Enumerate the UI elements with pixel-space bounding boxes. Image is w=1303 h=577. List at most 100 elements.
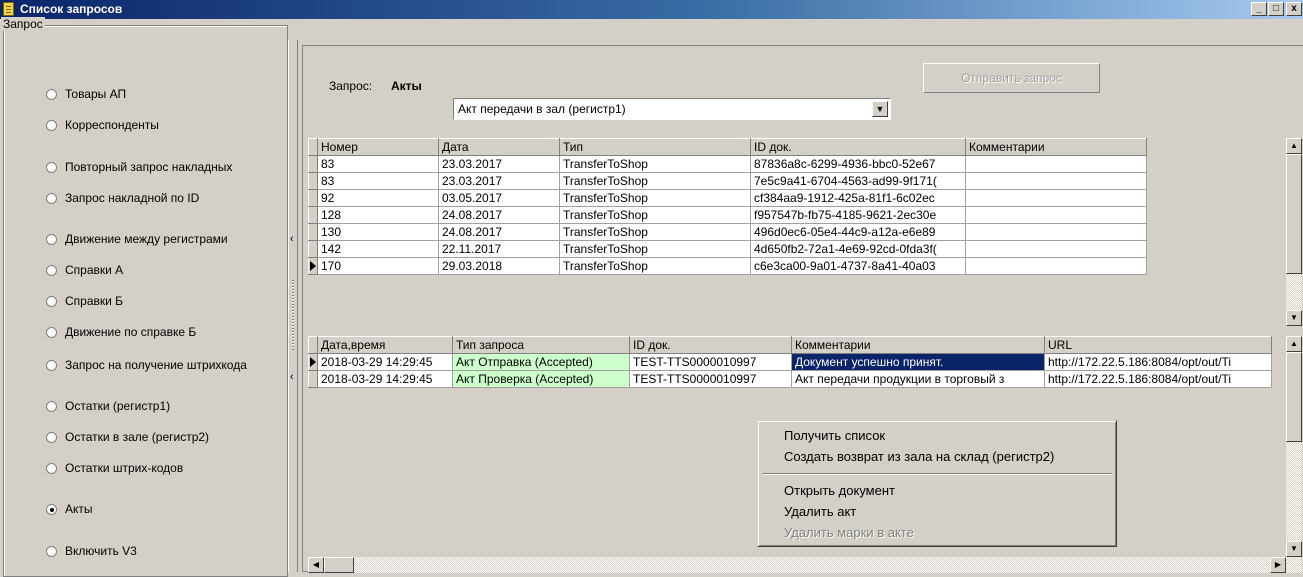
radio-button[interactable] xyxy=(46,88,57,100)
scroll-up-icon[interactable]: ▲ xyxy=(1286,138,1302,154)
radio-stock-hall-register2[interactable]: Остатки в зале (регистр2) xyxy=(46,429,209,445)
table-row[interactable]: 142 22.11.2017 TransferToShop 4d650fb2-7… xyxy=(308,240,1147,258)
scrollbar-thumb[interactable] xyxy=(1286,352,1302,442)
table-cell[interactable]: 24.08.2017 xyxy=(438,206,560,224)
splitter-grip[interactable] xyxy=(292,280,294,350)
radio-barcode-stock[interactable]: Остатки штрих-кодов xyxy=(46,460,183,476)
log-horizontal-scrollbar[interactable]: ◀ ▶ xyxy=(308,557,1302,573)
collapse-left-icon[interactable]: ‹ xyxy=(290,234,294,245)
table-cell[interactable]: 4d650fb2-72a1-4e69-92cd-0fda3f( xyxy=(750,240,966,258)
table-row[interactable]: 83 23.03.2017 TransferToShop 87836a8c-62… xyxy=(308,155,1147,173)
collapse-left-icon[interactable]: ‹ xyxy=(290,372,294,383)
radio-button[interactable] xyxy=(46,545,57,557)
table-row-current[interactable]: 2018-03-29 14:29:45 Акт Отправка (Accept… xyxy=(308,353,1272,371)
column-header[interactable]: ID док. xyxy=(629,336,792,354)
table-cell[interactable]: 2018-03-29 14:29:45 xyxy=(317,353,453,371)
table-cell[interactable] xyxy=(965,155,1147,173)
table-cell[interactable]: 130 xyxy=(317,223,439,241)
row-indicator[interactable] xyxy=(308,370,318,388)
radio-invoice-by-id[interactable]: Запрос накладной по ID xyxy=(46,190,199,206)
row-indicator-current[interactable] xyxy=(308,353,318,371)
scroll-right-icon[interactable]: ▶ xyxy=(1270,557,1286,573)
column-header[interactable]: Дата xyxy=(438,138,560,156)
send-request-button[interactable]: Отправить запрос xyxy=(923,63,1100,93)
act-type-combobox[interactable]: Акт передачи в зал (регистр1) ▼ xyxy=(453,98,891,120)
radio-button[interactable] xyxy=(46,264,57,276)
minimize-button[interactable]: _ xyxy=(1251,2,1267,16)
table-cell[interactable]: 29.03.2018 xyxy=(438,257,560,275)
table-row[interactable]: 130 24.08.2017 TransferToShop 496d0ec6-0… xyxy=(308,223,1147,241)
table-cell[interactable] xyxy=(965,189,1147,207)
docs-grid[interactable]: Номер Дата Тип ID док. Комментарии 83 23… xyxy=(308,138,1303,326)
column-header[interactable]: Дата,время xyxy=(317,336,453,354)
table-row-current[interactable]: 170 29.03.2018 TransferToShop c6e3ca00-9… xyxy=(308,257,1147,275)
table-cell[interactable]: 87836a8c-6299-4936-bbc0-52e67 xyxy=(750,155,966,173)
menu-item-get-list[interactable]: Получить список xyxy=(784,427,885,445)
radio-enable-v3[interactable]: Включить V3 xyxy=(46,543,137,559)
row-indicator[interactable] xyxy=(308,240,318,258)
table-cell[interactable]: 03.05.2017 xyxy=(438,189,560,207)
radio-certificates-b[interactable]: Справки Б xyxy=(46,293,123,309)
table-cell[interactable]: 23.03.2017 xyxy=(438,172,560,190)
radio-movement-by-cert-b[interactable]: Движение по справке Б xyxy=(46,324,196,340)
table-cell[interactable]: 142 xyxy=(317,240,439,258)
table-cell[interactable]: TransferToShop xyxy=(559,257,751,275)
radio-button[interactable] xyxy=(46,295,57,307)
column-header[interactable]: Тип запроса xyxy=(452,336,630,354)
panel-splitter[interactable]: ‹ ‹ xyxy=(288,40,298,572)
radio-register-movement[interactable]: Движение между регистрами xyxy=(46,231,228,247)
log-vertical-scrollbar[interactable]: ▲ ▼ xyxy=(1286,336,1302,557)
row-indicator[interactable] xyxy=(308,172,318,190)
table-cell[interactable]: c6e3ca00-9a01-4737-8a41-40a03 xyxy=(750,257,966,275)
table-row[interactable]: 92 03.05.2017 TransferToShop cf384aa9-19… xyxy=(308,189,1147,207)
table-cell[interactable]: Акт Проверка (Accepted) xyxy=(452,370,630,388)
table-cell[interactable]: 83 xyxy=(317,172,439,190)
radio-button[interactable] xyxy=(46,233,57,245)
radio-button[interactable] xyxy=(46,431,57,443)
close-button[interactable]: x xyxy=(1286,2,1302,16)
radio-repeat-invoices[interactable]: Повторный запрос накладных xyxy=(46,159,232,175)
scrollbar-thumb[interactable] xyxy=(1286,154,1302,274)
radio-goods-ap[interactable]: Товары АП xyxy=(46,86,126,102)
table-cell[interactable]: 92 xyxy=(317,189,439,207)
radio-button[interactable] xyxy=(46,326,57,338)
table-cell[interactable]: 2018-03-29 14:29:45 xyxy=(317,370,453,388)
menu-item-create-return[interactable]: Создать возврат из зала на склад (регист… xyxy=(784,448,1054,466)
radio-button[interactable] xyxy=(46,359,57,371)
radio-certificates-a[interactable]: Справки А xyxy=(46,262,123,278)
radio-button[interactable] xyxy=(46,462,57,474)
table-cell[interactable] xyxy=(965,206,1147,224)
table-cell[interactable]: f957547b-fb75-4185-9621-2ec30e xyxy=(750,206,966,224)
radio-button-checked[interactable] xyxy=(46,503,57,515)
table-cell[interactable]: TEST-TTS0000010997 xyxy=(629,370,792,388)
column-header[interactable]: URL xyxy=(1044,336,1272,354)
radio-barcode-request[interactable]: Запрос на получение штрихкода xyxy=(46,357,247,373)
radio-button[interactable] xyxy=(46,192,57,204)
table-cell[interactable] xyxy=(965,257,1147,275)
table-cell[interactable] xyxy=(965,223,1147,241)
table-cell[interactable]: 7e5c9a41-6704-4563-ad99-9f171( xyxy=(750,172,966,190)
column-header[interactable]: Номер xyxy=(317,138,439,156)
scroll-down-icon[interactable]: ▼ xyxy=(1286,541,1302,557)
column-header[interactable]: ID док. xyxy=(750,138,966,156)
scroll-down-icon[interactable]: ▼ xyxy=(1286,310,1302,326)
scroll-up-icon[interactable]: ▲ xyxy=(1286,336,1302,352)
table-cell[interactable]: http://172.22.5.186:8084/opt/out/Ti xyxy=(1044,370,1272,388)
column-header[interactable]: Тип xyxy=(559,138,751,156)
table-cell[interactable]: TransferToShop xyxy=(559,223,751,241)
scrollbar-thumb[interactable] xyxy=(324,557,354,573)
radio-correspondents[interactable]: Корреспонденты xyxy=(46,117,159,133)
row-indicator[interactable] xyxy=(308,223,318,241)
table-cell[interactable]: TEST-TTS0000010997 xyxy=(629,353,792,371)
column-header[interactable]: Комментарии xyxy=(791,336,1045,354)
table-cell[interactable]: http://172.22.5.186:8084/opt/out/Ti xyxy=(1044,353,1272,371)
table-row[interactable]: 128 24.08.2017 TransferToShop f957547b-f… xyxy=(308,206,1147,224)
table-cell[interactable]: 23.03.2017 xyxy=(438,155,560,173)
table-cell[interactable]: 24.08.2017 xyxy=(438,223,560,241)
radio-button[interactable] xyxy=(46,400,57,412)
table-cell[interactable]: Акт Отправка (Accepted) xyxy=(452,353,630,371)
radio-stock-register1[interactable]: Остатки (регистр1) xyxy=(46,398,170,414)
row-indicator[interactable] xyxy=(308,206,318,224)
row-indicator-current[interactable] xyxy=(308,257,318,275)
chevron-down-icon[interactable]: ▼ xyxy=(872,101,888,117)
